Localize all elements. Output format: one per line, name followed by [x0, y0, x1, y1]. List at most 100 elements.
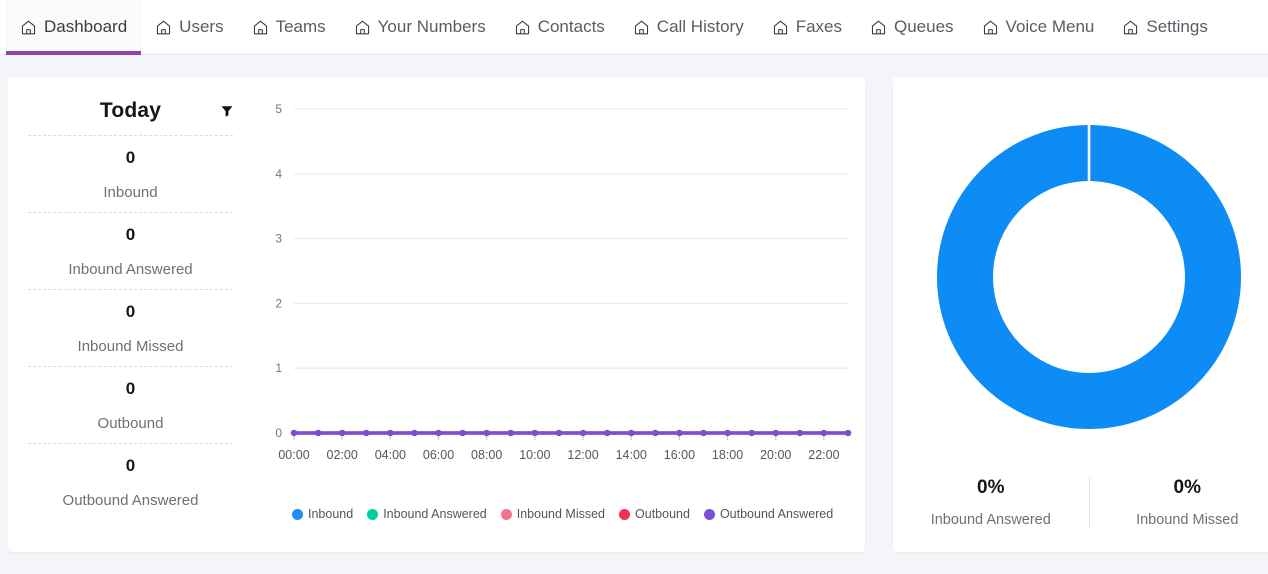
y-axis-tick-label: 4 [275, 167, 282, 181]
x-axis-tick-label: 16:00 [664, 448, 695, 462]
dashboard-page: Today 0Inbound0Inbound Answered0Inbound … [0, 55, 1268, 574]
nav-item-label: Call History [657, 17, 744, 37]
series-point[interactable] [700, 430, 706, 436]
legend-item-inbound[interactable]: Inbound [292, 507, 353, 521]
nav-item-faxes[interactable]: Faxes [758, 0, 856, 55]
series-point[interactable] [652, 430, 658, 436]
series-point[interactable] [580, 430, 586, 436]
legend-color-dot [292, 509, 303, 520]
nav-item-label: Your Numbers [378, 17, 486, 37]
legend-color-dot [704, 509, 715, 520]
series-point[interactable] [821, 430, 827, 436]
home-icon [870, 19, 887, 36]
legend-label: Inbound [308, 507, 353, 521]
today-stats-panel: Today 0 Inbound 0 Inbound Answered 0Inbound … [28, 87, 233, 520]
donut-stats-row: 0% Inbound Answered 0% Inbound Missed [893, 477, 1268, 528]
main-navbar: DashboardUsers Teams Your Numbers Contacts C… [0, 0, 1268, 55]
series-point[interactable] [773, 430, 779, 436]
nav-item-queues[interactable]: Queues [856, 0, 968, 55]
x-axis-tick-label: 10:00 [519, 448, 550, 462]
series-point[interactable] [339, 430, 345, 436]
nav-item-label: Faxes [796, 17, 842, 37]
stat-row: 0 Outbound [28, 366, 233, 443]
stat-value: 0 [126, 456, 135, 476]
donut-chart-svg[interactable] [924, 112, 1254, 442]
y-axis-tick-label: 3 [275, 232, 282, 246]
inbound-ratio-card: 0% Inbound Answered 0% Inbound Missed [893, 77, 1268, 552]
stat-label: Inbound Answered [68, 261, 192, 278]
y-axis-tick-label: 1 [275, 361, 282, 375]
series-point[interactable] [604, 430, 610, 436]
nav-item-voice-menu[interactable]: Voice Menu [968, 0, 1109, 55]
y-axis-tick-label: 5 [275, 102, 282, 116]
nav-item-call-history[interactable]: Call History [619, 0, 758, 55]
series-point[interactable] [749, 430, 755, 436]
legend-color-dot [501, 509, 512, 520]
legend-label: Inbound Answered [383, 507, 487, 521]
series-point[interactable] [532, 430, 538, 436]
donut-stat-value: 0% [977, 477, 1004, 499]
y-axis-tick-label: 0 [275, 426, 282, 440]
series-point[interactable] [484, 430, 490, 436]
stat-label: Inbound [103, 184, 157, 201]
home-icon [633, 19, 650, 36]
legend-color-dot [367, 509, 378, 520]
stat-value: 0 [126, 225, 135, 245]
series-point[interactable] [628, 430, 634, 436]
series-point[interactable] [315, 430, 321, 436]
series-point[interactable] [676, 430, 682, 436]
home-icon [155, 19, 172, 36]
stat-label: Outbound Answered [63, 492, 199, 509]
donut-chart [893, 87, 1268, 467]
series-point[interactable] [845, 430, 851, 436]
x-axis-tick-label: 06:00 [423, 448, 454, 462]
x-axis-tick-label: 00:00 [278, 448, 309, 462]
nav-item-settings[interactable]: Settings [1108, 0, 1221, 55]
home-icon [514, 19, 531, 36]
line-chart-svg[interactable]: 01234500:0002:0004:0006:0008:0010:0012:0… [256, 91, 856, 501]
legend-item-outbound[interactable]: Outbound [619, 507, 690, 521]
stat-value: 0 [126, 302, 135, 322]
series-point[interactable] [460, 430, 466, 436]
stats-panel-title: Today [100, 99, 161, 123]
legend-label: Outbound [635, 507, 690, 521]
stat-value: 0 [126, 379, 135, 399]
nav-item-your-numbers[interactable]: Your Numbers [340, 0, 500, 55]
nav-item-label: Settings [1146, 17, 1207, 37]
legend-item-outbound-answered[interactable]: Outbound Answered [704, 507, 833, 521]
stat-label: Outbound [98, 415, 164, 432]
nav-item-dashboard[interactable]: Dashboard [6, 0, 141, 55]
donut-stat-label: Inbound Answered [931, 512, 1051, 528]
series-point[interactable] [797, 430, 803, 436]
legend-item-inbound-answered[interactable]: Inbound Answered [367, 507, 487, 521]
legend-label: Outbound Answered [720, 507, 833, 521]
y-axis-tick-label: 2 [275, 296, 282, 310]
legend-color-dot [619, 509, 630, 520]
series-point[interactable] [387, 430, 393, 436]
series-point[interactable] [363, 430, 369, 436]
donut-stat-label: Inbound Missed [1136, 512, 1238, 528]
x-axis-tick-label: 22:00 [808, 448, 839, 462]
donut-stat: 0% Inbound Answered [893, 477, 1089, 528]
series-point[interactable] [291, 430, 297, 436]
series-point[interactable] [411, 430, 417, 436]
chart-legend: Inbound Inbound Answered Inbound Missed Out… [292, 507, 833, 521]
home-icon [772, 19, 789, 36]
series-point[interactable] [724, 430, 730, 436]
nav-item-teams[interactable]: Teams [238, 0, 340, 55]
nav-item-contacts[interactable]: Contacts [500, 0, 619, 55]
nav-item-users[interactable]: Users [141, 0, 237, 55]
series-point[interactable] [435, 430, 441, 436]
x-axis-tick-label: 12:00 [567, 448, 598, 462]
donut-stat-value: 0% [1174, 477, 1201, 499]
legend-item-inbound-missed[interactable]: Inbound Missed [501, 507, 605, 521]
nav-item-label: Teams [276, 17, 326, 37]
nav-item-label: Voice Menu [1006, 17, 1095, 37]
filter-funnel-icon[interactable] [219, 103, 235, 119]
donut-stat: 0% Inbound Missed [1089, 477, 1268, 528]
stat-row: 0Inbound Missed [28, 289, 233, 366]
stat-row: 0 Inbound Answered [28, 212, 233, 289]
series-point[interactable] [556, 430, 562, 436]
x-axis-tick-label: 20:00 [760, 448, 791, 462]
series-point[interactable] [508, 430, 514, 436]
